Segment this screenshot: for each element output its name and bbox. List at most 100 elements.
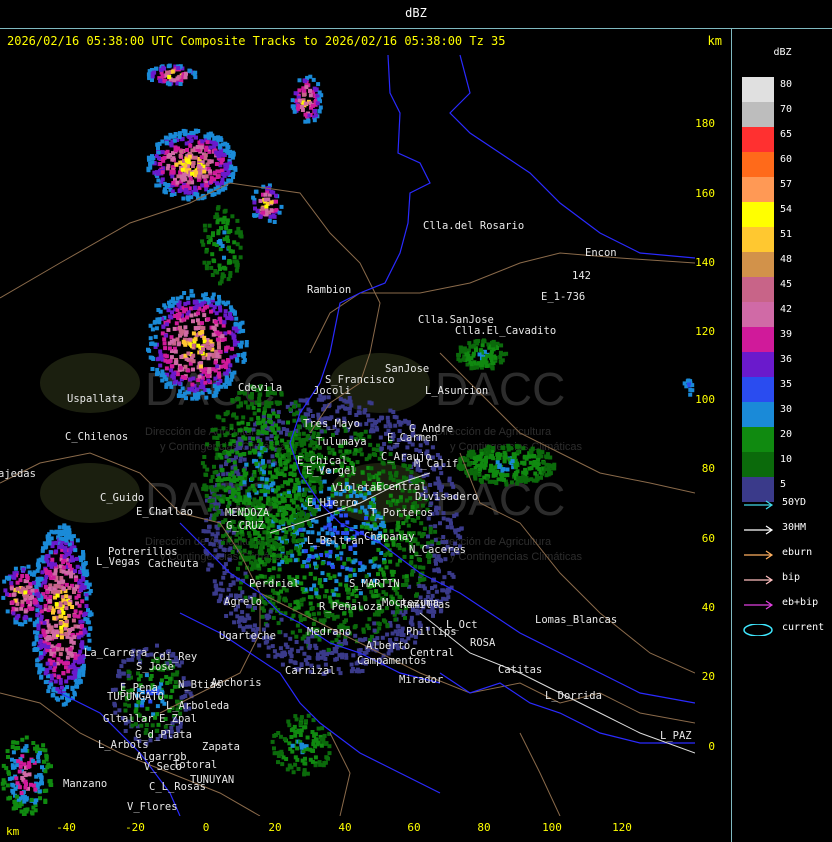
place-label: E_Hierro [307, 497, 358, 509]
legend-title: dBZ [773, 47, 792, 58]
place-label: Agrelo [224, 596, 262, 608]
y-tick-label: 20 [701, 670, 715, 683]
y-tick-label: 100 [695, 393, 715, 406]
place-label: C_Guido [100, 492, 144, 504]
legend-swatch [742, 227, 774, 252]
x-axis-unit: km [6, 825, 20, 838]
track-legend-label: eb+bip [782, 597, 819, 608]
place-label: La_Carrera [84, 647, 147, 659]
x-axis: km -40 -20 0 20 40 60 80 100 120 [0, 816, 730, 842]
place-label: Ugarteche [219, 630, 276, 642]
place-label: E_Zpal [159, 713, 197, 725]
track-legend-item: eb+bip [742, 597, 832, 611]
y-tick-label: 140 [695, 256, 715, 269]
legend-swatch-label: 57 [780, 179, 793, 190]
radar-canvas: DACCDirección de Agriculturay Contingenc… [0, 54, 695, 816]
current-ellipse-icon [743, 624, 773, 636]
legend-swatch-label: 70 [780, 104, 793, 115]
y-tick-label: 80 [701, 462, 715, 475]
track-legend-label: current [782, 622, 825, 633]
place-label: C_Chilenos [65, 431, 128, 443]
x-tick-label: 40 [338, 821, 352, 834]
legend-swatch-label: 42 [780, 304, 793, 315]
place-label: Gltallar [103, 713, 154, 725]
place-label: Uspallata [67, 393, 124, 405]
x-tick-label: 100 [542, 821, 562, 834]
place-label: E_Vergel [306, 465, 357, 477]
place-label: Jocoli [313, 385, 351, 397]
place-label: Rambion [307, 284, 351, 296]
y-tick-label: 60 [701, 532, 715, 545]
legend-swatch-label: 10 [780, 454, 793, 465]
track-legend-label: 30HM [782, 522, 807, 533]
svg-text:y Contingencias Climáticas: y Contingencias Climáticas [450, 551, 583, 563]
place-label: Lomas_Blancas [535, 614, 617, 626]
window-title-bar: dBZ [0, 0, 832, 29]
place-label: N_Btias [178, 679, 222, 691]
legend-swatch-label: 39 [780, 329, 793, 340]
place-label: Manzano [63, 778, 107, 790]
legend-swatch [742, 77, 774, 102]
place-label: Totoral [173, 759, 217, 771]
place-label: E_1-736 [541, 291, 585, 303]
place-label: L_Vegas [96, 556, 140, 568]
place-label: Violetas [332, 482, 383, 494]
x-tick-label: 120 [612, 821, 632, 834]
place-label: Tulumaya [316, 436, 367, 448]
place-label: Perdriel [249, 578, 300, 590]
place-label: 142 [572, 270, 591, 282]
place-label: Central [410, 647, 454, 659]
place-label: L_Arboleda [166, 700, 229, 712]
place-label: Carrizal [285, 665, 336, 677]
map-header: 2026/02/16 05:38:00 UTC Composite Tracks… [0, 29, 730, 53]
legend-swatch-label: 54 [780, 204, 793, 215]
legend-swatch [742, 427, 774, 452]
place-label: L_Asuncion [425, 385, 488, 397]
track-arrow-icon [744, 525, 774, 535]
place-label: G_CRUZ [226, 520, 264, 532]
place-label: Encon [585, 247, 617, 259]
x-tick-label: -40 [56, 821, 76, 834]
place-label: SanJose [385, 363, 429, 375]
legend-swatch-label: 20 [780, 429, 793, 440]
track-arrow-icon [744, 575, 774, 585]
y-tick-label: 120 [695, 325, 715, 338]
place-label: ROSA [470, 637, 496, 649]
place-label: S_Jose [136, 661, 174, 673]
legend-swatch [742, 327, 774, 352]
place-label: Cacheuta [148, 558, 199, 570]
legend-swatch [742, 352, 774, 377]
legend-swatch-label: 65 [780, 129, 793, 140]
header-unit: km [707, 34, 722, 48]
track-arrow-icon [744, 600, 774, 610]
legend-swatch-label: 48 [780, 254, 793, 265]
place-label: Chapanay [364, 531, 415, 543]
legend-swatch-label: 45 [780, 279, 793, 290]
place-label: C_L_Rosas [149, 781, 206, 793]
x-tick-label: 20 [268, 821, 282, 834]
place-label: R_Peñaloza [319, 601, 382, 613]
x-tick-label: 60 [407, 821, 421, 834]
dbz-legend: dBZ 80 70 65 60 57 54 51 48 45 42 39 36 35 30 20 10 5 50Y… [731, 29, 832, 842]
radar-map[interactable]: DACCDirección de Agriculturay Contingenc… [0, 53, 695, 816]
place-label: Ramillas [400, 599, 451, 611]
track-legend-item: 30HM [742, 522, 832, 536]
legend-swatch-label: 36 [780, 354, 793, 365]
legend-swatch [742, 277, 774, 302]
x-tick-label: 0 [202, 821, 210, 834]
legend-swatch [742, 152, 774, 177]
timestamp-header: 2026/02/16 05:38:00 UTC Composite Tracks… [7, 34, 506, 48]
x-tick-label: -20 [125, 821, 145, 834]
legend-swatch [742, 377, 774, 402]
place-label: E_Challao [136, 506, 193, 518]
legend-swatch [742, 177, 774, 202]
place-label: G_d_Plata [135, 729, 192, 741]
track-legend-label: 50YD [782, 497, 807, 508]
legend-swatch [742, 127, 774, 152]
place-label: Cdevila [238, 382, 282, 394]
y-axis: 180 160 140 120 100 80 60 40 20 0 [695, 53, 730, 816]
legend-swatch-label: 51 [780, 229, 793, 240]
place-label: T_Porteros [370, 507, 433, 519]
place-label: Medrano [307, 626, 351, 638]
legend-swatch [742, 252, 774, 277]
